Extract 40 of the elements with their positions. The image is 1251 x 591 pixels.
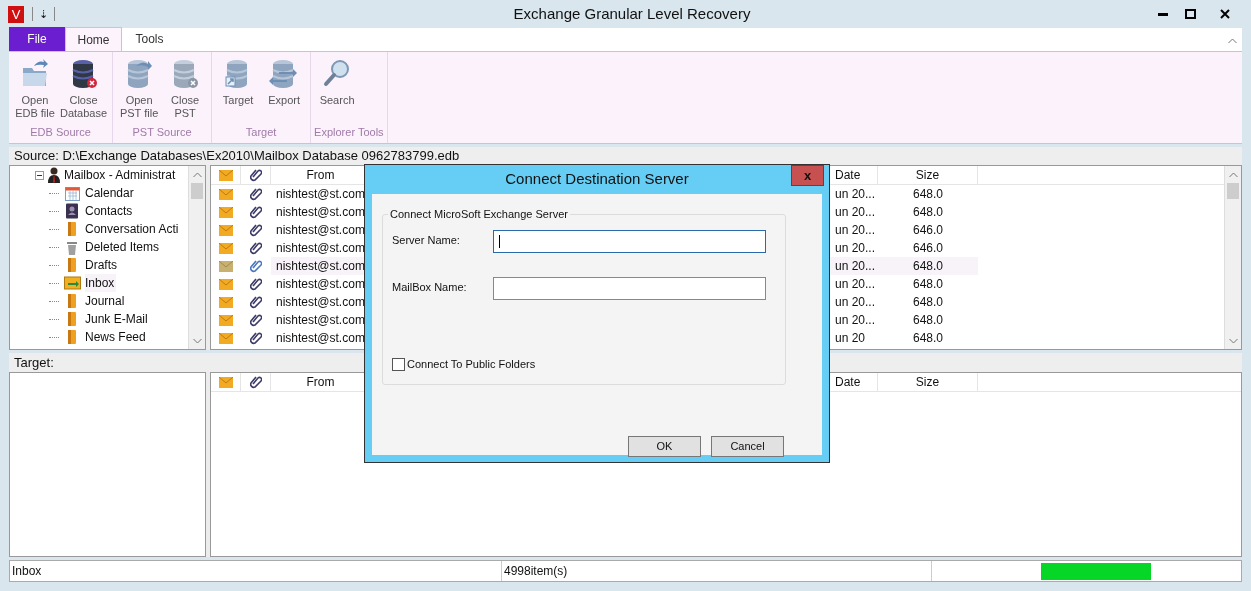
ribbon-group-label: PST Source [131, 124, 193, 140]
table-cell-text: 648.0 [912, 330, 944, 347]
status-folder: Inbox [10, 561, 502, 581]
table-cell-text: nishtest@st.com [275, 204, 366, 221]
table-cell-text: un 20 [834, 330, 867, 347]
table-cell-text: 648.0 [912, 276, 944, 293]
field-label: Server Name: [392, 233, 461, 248]
table-cell-text: 648.0 [912, 186, 944, 203]
ribbon-group-label: Explorer Tools [314, 124, 384, 140]
dialog-title: Connect Destination Server [505, 169, 689, 190]
table-cell-text: un 20... [834, 240, 877, 257]
table-cell-text: un 20... [834, 258, 877, 275]
table-cell-text: nishtest@st.com [275, 276, 366, 293]
table-cell-text: un 20... [834, 312, 877, 329]
table-cell-text: 646.0 [912, 240, 944, 257]
checkbox-label: Connect To Public Folders [407, 357, 536, 372]
table-cell-text: nishtest@st.com [275, 312, 366, 329]
table-cell-text: nishtest@st.com [275, 222, 366, 239]
app-logo: V [8, 5, 24, 23]
ribbon-group-label: Target [244, 124, 278, 140]
table-cell-text: un 20... [834, 276, 877, 293]
field-label: MailBox Name: [392, 280, 468, 295]
table-cell-text: un 20... [834, 186, 877, 203]
table-cell-text: un 20... [834, 204, 877, 221]
window-title: Exchange Granular Level Recovery [512, 3, 752, 24]
table-cell-text: nishtest@st.com [275, 258, 366, 275]
ribbon-group-label: EDB Source [29, 124, 92, 140]
table-cell-text: un 20... [834, 294, 877, 311]
table-cell-text: 648.0 [912, 294, 944, 311]
table-cell-text: nishtest@st.com [275, 330, 366, 347]
source-path: Source: D:\Exchange Databases\Ex2010\Mailbox Database 0962783799.edb [9, 147, 1242, 165]
table-cell-text: nishtest@st.com [275, 186, 366, 203]
table-cell-text: un 20... [834, 222, 877, 239]
table-cell-text: 646.0 [912, 222, 944, 239]
status-count: 4998item(s) [502, 561, 932, 581]
table-cell-text: 648.0 [912, 204, 944, 221]
table-cell-text: nishtest@st.com [275, 240, 366, 257]
table-cell-text: 648.0 [912, 312, 944, 329]
table-cell-text: 648.0 [912, 258, 944, 275]
table-cell-text: nishtest@st.com [275, 294, 366, 311]
